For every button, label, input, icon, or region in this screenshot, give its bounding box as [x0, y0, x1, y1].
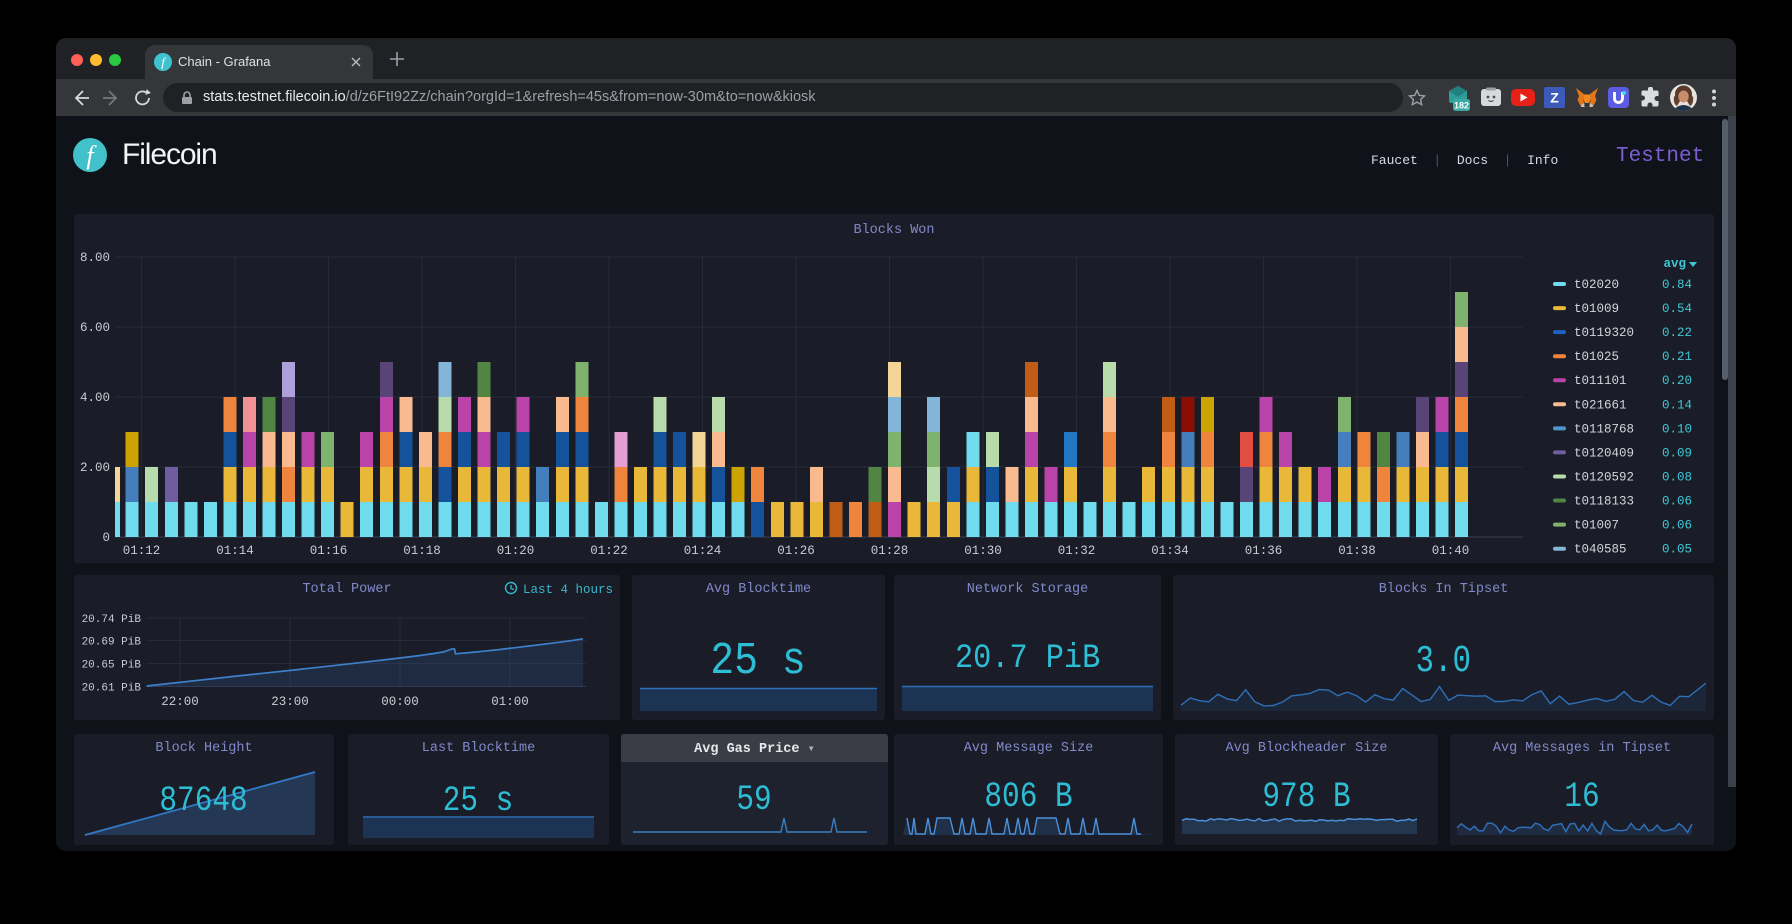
svg-text:0.10: 0.10	[1662, 422, 1692, 436]
svg-text:01:40: 01:40	[1432, 544, 1470, 558]
svg-text:0.22: 0.22	[1662, 326, 1692, 340]
svg-text:0.54: 0.54	[1662, 302, 1692, 316]
svg-text:01:24: 01:24	[684, 544, 722, 558]
svg-text:0.09: 0.09	[1662, 446, 1692, 460]
svg-text:01:32: 01:32	[1058, 544, 1096, 558]
svg-text:20.61 PiB: 20.61 PiB	[82, 683, 142, 695]
svg-text:20.65 PiB: 20.65 PiB	[82, 660, 142, 672]
svg-text:0.84: 0.84	[1662, 278, 1692, 292]
svg-text:8.00: 8.00	[80, 251, 110, 265]
svg-text:0.06: 0.06	[1662, 495, 1692, 509]
svg-text:t01009: t01009	[1574, 302, 1619, 316]
svg-text:t0120592: t0120592	[1574, 471, 1634, 485]
svg-text:01:34: 01:34	[1151, 544, 1189, 558]
svg-text:avg: avg	[1663, 257, 1686, 271]
svg-text:t0120409: t0120409	[1574, 446, 1634, 460]
svg-text:20.69 PiB: 20.69 PiB	[82, 637, 142, 649]
svg-text:4.00: 4.00	[80, 391, 110, 405]
svg-text:0.08: 0.08	[1662, 471, 1692, 485]
svg-text:01:14: 01:14	[216, 544, 254, 558]
svg-text:0.14: 0.14	[1662, 398, 1692, 412]
svg-text:t011101: t011101	[1574, 374, 1627, 388]
svg-text:t01025: t01025	[1574, 350, 1619, 364]
svg-text:01:16: 01:16	[310, 544, 348, 558]
svg-text:t021661: t021661	[1574, 398, 1627, 412]
svg-text:01:38: 01:38	[1338, 544, 1376, 558]
svg-text:0.05: 0.05	[1662, 543, 1692, 557]
svg-text:22:00: 22:00	[161, 695, 199, 709]
svg-text:01:36: 01:36	[1245, 544, 1283, 558]
svg-text:0.06: 0.06	[1662, 519, 1692, 533]
svg-text:00:00: 00:00	[381, 695, 419, 709]
svg-text:23:00: 23:00	[271, 695, 309, 709]
svg-text:01:12: 01:12	[123, 544, 161, 558]
svg-text:t01007: t01007	[1574, 519, 1619, 533]
svg-text:0.20: 0.20	[1662, 374, 1692, 388]
svg-text:t040585: t040585	[1574, 543, 1627, 557]
svg-text:01:26: 01:26	[777, 544, 815, 558]
svg-text:Z: Z	[1550, 90, 1559, 106]
svg-text:182: 182	[1454, 101, 1469, 111]
svg-text:t02020: t02020	[1574, 278, 1619, 292]
svg-text:t0118768: t0118768	[1574, 422, 1634, 436]
svg-text:t0119320: t0119320	[1574, 326, 1634, 340]
svg-text:01:20: 01:20	[497, 544, 535, 558]
svg-text:0: 0	[102, 531, 110, 545]
svg-text:01:00: 01:00	[491, 695, 529, 709]
svg-text:Blocks Won: Blocks Won	[853, 223, 934, 238]
svg-text:20.74 PiB: 20.74 PiB	[82, 614, 142, 626]
svg-text:01:22: 01:22	[590, 544, 628, 558]
svg-text:01:28: 01:28	[871, 544, 909, 558]
svg-text:01:18: 01:18	[403, 544, 441, 558]
svg-text:0.21: 0.21	[1662, 350, 1692, 364]
svg-text:2.00: 2.00	[80, 461, 110, 475]
svg-text:6.00: 6.00	[80, 321, 110, 335]
svg-text:01:30: 01:30	[964, 544, 1002, 558]
svg-text:t0118133: t0118133	[1574, 495, 1634, 509]
